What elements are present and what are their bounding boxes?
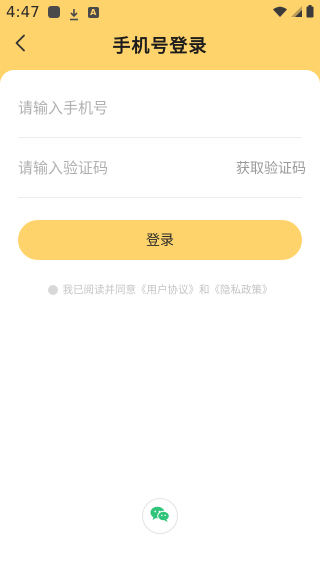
verification-code-input[interactable] [18, 138, 212, 197]
battery-icon [306, 3, 314, 22]
privacy-policy-link[interactable]: 《隐私政策》 [210, 282, 273, 297]
code-field: 获取验证码 [18, 138, 306, 198]
wifi-icon [273, 3, 287, 22]
agreement-prefix: 我已阅读并同意 [62, 284, 137, 296]
phone-input[interactable] [18, 78, 302, 137]
login-card: 获取验证码 登录 我已阅读并同意 《用户协议》 和 《隐私政策》 [0, 70, 320, 568]
nav-bar: 手机号登录 [0, 24, 320, 66]
phone-field [18, 78, 302, 138]
signal-icon [291, 3, 302, 22]
status-bar: 4:47 A [0, 0, 320, 24]
status-time: 4:47 [6, 3, 40, 21]
agreement-and: 和 [199, 284, 210, 296]
system-icons [273, 3, 314, 22]
a-notification-icon: A [87, 6, 99, 18]
download-icon [68, 6, 80, 20]
chevron-left-icon [14, 34, 26, 56]
back-button[interactable] [8, 32, 32, 58]
agreement-checkbox[interactable] [47, 284, 58, 295]
wechat-icon [150, 506, 170, 527]
wechat-login-button[interactable] [142, 498, 178, 534]
user-agreement-link[interactable]: 《用户协议》 [136, 282, 199, 297]
notification-icons: A [47, 6, 99, 20]
app-notification-icon [47, 6, 60, 18]
login-button[interactable]: 登录 [18, 220, 302, 260]
page-title: 手机号登录 [112, 36, 208, 57]
get-code-button[interactable]: 获取验证码 [236, 158, 306, 178]
agreement-row: 我已阅读并同意 《用户协议》 和 《隐私政策》 [0, 282, 320, 297]
